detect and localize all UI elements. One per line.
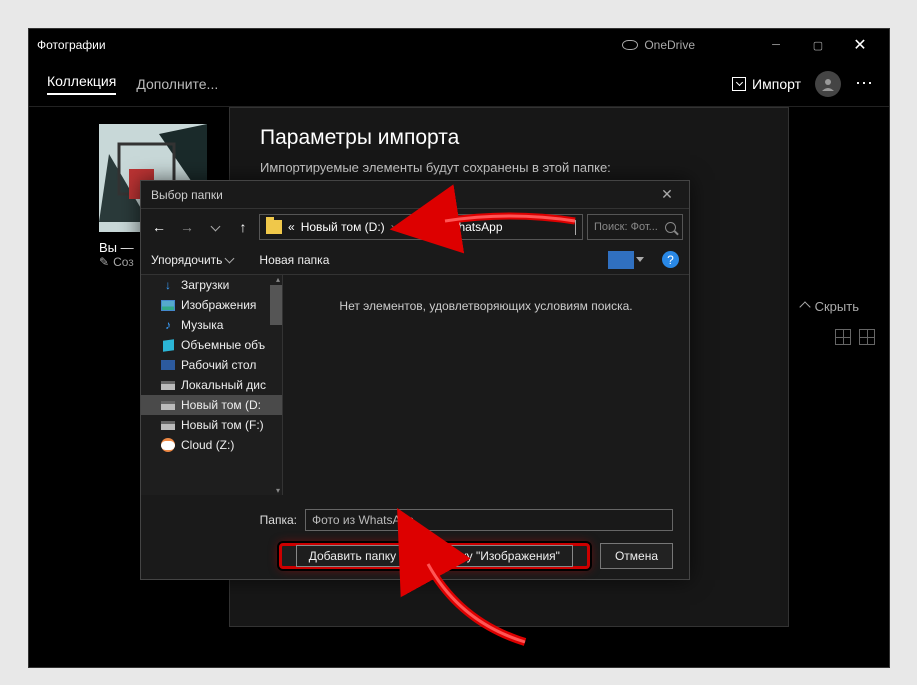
- organize-menu[interactable]: Упорядочить: [151, 253, 233, 267]
- nav-up-button[interactable]: ↑: [231, 215, 255, 239]
- scrollbar-thumb[interactable]: [270, 285, 282, 325]
- app-tabs: Коллекция Дополните... Импорт ⋯: [29, 61, 889, 107]
- import-label: Импорт: [752, 76, 801, 92]
- tree-item-label: Рабочий стол: [181, 358, 256, 372]
- tree-item[interactable]: Изображения: [141, 295, 282, 315]
- drive-icon: [161, 418, 175, 432]
- tree-item-label: Локальный дис: [181, 378, 266, 392]
- maximize-button[interactable]: ▢: [797, 31, 839, 59]
- scroll-down-icon[interactable]: ▾: [276, 486, 280, 495]
- edit-icon: ✎: [99, 255, 109, 269]
- tree-item-label: Новый том (F:): [181, 418, 264, 432]
- empty-message: Нет элементов, удовлетворяющих условиям …: [339, 299, 632, 313]
- picker-nav: ← → ↑ « Новый том (D:) › Фото из WhatsAp…: [141, 209, 689, 245]
- search-placeholder: Поиск: Фот...: [594, 221, 658, 233]
- minimize-button[interactable]: ─: [755, 31, 797, 59]
- tree-item[interactable]: Локальный дис: [141, 375, 282, 395]
- tab-more[interactable]: Дополните...: [136, 76, 218, 92]
- nav-recent-button[interactable]: [203, 215, 227, 239]
- folder-field-label: Папка:: [157, 513, 297, 527]
- tree-item-label: Новый том (D:: [181, 398, 261, 412]
- nav-back-button[interactable]: ←: [147, 215, 171, 239]
- import-panel-title: Параметры импорта: [230, 108, 788, 160]
- picker-close-button[interactable]: ✕: [655, 183, 679, 207]
- music-icon: ♪: [161, 318, 175, 332]
- chevron-down-icon: [225, 254, 235, 264]
- search-box[interactable]: Поиск: Фот...: [587, 214, 683, 240]
- nav-forward-button[interactable]: →: [175, 215, 199, 239]
- drive-icon: [161, 378, 175, 392]
- new-folder-button[interactable]: Новая папка: [259, 253, 329, 267]
- user-avatar[interactable]: [815, 71, 841, 97]
- breadcrumb-sep: ›: [391, 220, 395, 234]
- search-icon: [665, 222, 676, 233]
- cloud-drive-icon: [161, 438, 175, 452]
- import-button[interactable]: Импорт: [732, 76, 801, 92]
- drive-icon: [266, 220, 282, 234]
- folder-field-input[interactable]: Фото из WhatsApp: [305, 509, 673, 531]
- onedrive-label: OneDrive: [644, 38, 695, 52]
- breadcrumb-drive[interactable]: Новый том (D:): [301, 220, 385, 234]
- desktop-icon: [161, 358, 175, 372]
- folder-picker-dialog: Выбор папки ✕ ← → ↑ « Новый том (D:) › Ф…: [140, 180, 690, 580]
- folder-field-value: Фото из WhatsApp: [312, 513, 414, 527]
- tree-item[interactable]: ↓ Загрузки: [141, 275, 282, 295]
- import-icon: [732, 77, 746, 91]
- cancel-label: Отмена: [615, 549, 658, 563]
- help-button[interactable]: ?: [662, 251, 679, 268]
- file-pane: Нет элементов, удовлетворяющих условиям …: [283, 275, 689, 495]
- tree-item[interactable]: ♪ Музыка: [141, 315, 282, 335]
- view-options-button[interactable]: [608, 251, 634, 269]
- download-icon: ↓: [161, 278, 175, 292]
- tree-item[interactable]: Новый том (F:): [141, 415, 282, 435]
- more-button[interactable]: ⋯: [855, 73, 875, 94]
- new-folder-label: Новая папка: [259, 253, 329, 267]
- scroll-up-icon[interactable]: ▴: [276, 275, 280, 284]
- tree-item-label: Изображения: [181, 298, 256, 312]
- tab-collection[interactable]: Коллекция: [47, 73, 116, 95]
- thumb-sub-label: Соз: [113, 255, 134, 269]
- cloud-icon: [622, 40, 638, 50]
- picker-titlebar: Выбор папки ✕: [141, 181, 689, 209]
- tree-item-label: Cloud (Z:): [181, 438, 234, 452]
- picker-toolbar: Упорядочить Новая папка ?: [141, 245, 689, 275]
- hide-link[interactable]: Скрыть: [801, 299, 859, 314]
- hide-label: Скрыть: [815, 299, 859, 314]
- view-small-icon[interactable]: [859, 329, 875, 345]
- drive-icon: [161, 398, 175, 412]
- tree-item[interactable]: Рабочий стол: [141, 355, 282, 375]
- annotation-arrow-1: [430, 203, 580, 248]
- app-titlebar: Фотографии OneDrive ─ ▢ ✕: [29, 29, 889, 61]
- picker-title-label: Выбор папки: [151, 188, 655, 202]
- organize-label: Упорядочить: [151, 253, 222, 267]
- 3d-objects-icon: [161, 338, 175, 352]
- picker-body: ▴ ▾ ↓ Загрузки Изображения ♪ Музыка Объемные …: [141, 275, 689, 495]
- chevron-up-icon: [799, 301, 810, 312]
- pictures-icon: [161, 298, 175, 312]
- tree-item-label: Объемные объ: [181, 338, 265, 352]
- breadcrumb-prefix: «: [288, 220, 295, 234]
- tree-item-label: Музыка: [181, 318, 223, 332]
- cancel-button[interactable]: Отмена: [600, 543, 673, 569]
- folder-tree[interactable]: ▴ ▾ ↓ Загрузки Изображения ♪ Музыка Объемные …: [141, 275, 283, 495]
- tree-item[interactable]: Объемные объ: [141, 335, 282, 355]
- onedrive-status[interactable]: OneDrive: [622, 38, 695, 52]
- close-button[interactable]: ✕: [839, 31, 881, 59]
- tree-item[interactable]: Cloud (Z:): [141, 435, 282, 455]
- annotation-arrow-2: [410, 552, 540, 657]
- tree-item[interactable]: Новый том (D:: [141, 395, 282, 415]
- view-mode-switcher: [835, 329, 875, 345]
- tree-item-label: Загрузки: [181, 278, 229, 292]
- view-large-icon[interactable]: [835, 329, 851, 345]
- app-title: Фотографии: [37, 38, 622, 52]
